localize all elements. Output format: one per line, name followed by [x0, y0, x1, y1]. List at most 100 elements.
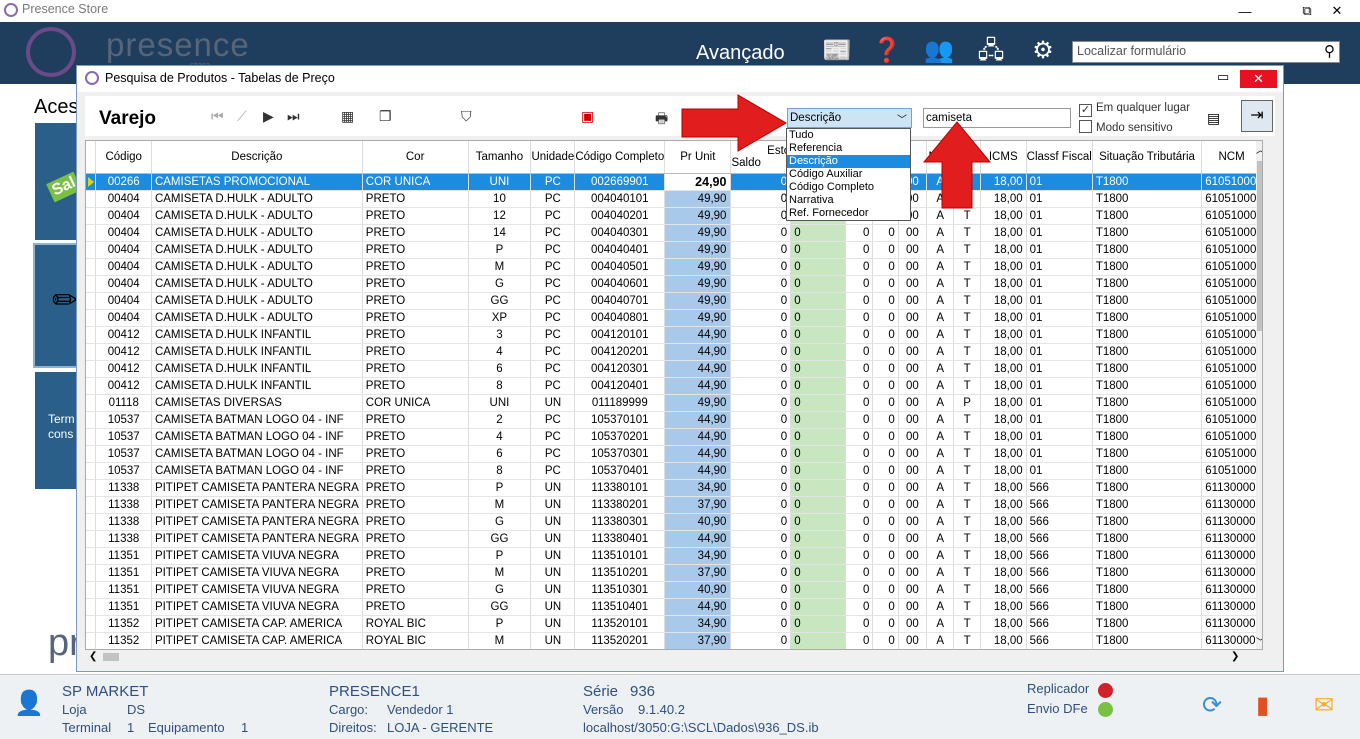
table-cell[interactable]: T	[953, 343, 981, 361]
empty-checkbox-icon[interactable]	[1079, 120, 1092, 133]
table-cell[interactable]: 0	[845, 564, 874, 582]
table-cell[interactable]: PRETO	[362, 530, 469, 548]
table-cell[interactable]: 61051000	[1201, 258, 1262, 276]
table-row[interactable]: 11338 PITIPET CAMISETA PANTERA NEGRA PRETO…	[86, 513, 1262, 531]
table-cell[interactable]: 0	[845, 292, 874, 310]
table-cell[interactable]: 0	[872, 530, 899, 548]
table-cell[interactable]: 0	[872, 513, 899, 531]
scroll-down-icon[interactable]: ﹀	[1256, 635, 1262, 648]
table-cell[interactable]: 0	[845, 326, 874, 344]
table-cell[interactable]: M	[468, 258, 532, 276]
table-cell[interactable]: 18,00	[980, 547, 1027, 565]
table-cell[interactable]: P	[953, 394, 981, 412]
table-row[interactable]: 11351 PITIPET CAMISETA VIUVA NEGRA PRETO M U…	[86, 564, 1262, 582]
table-cell[interactable]: 0	[845, 241, 874, 259]
table-cell[interactable]: 0	[730, 496, 792, 514]
table-cell[interactable]: G	[468, 581, 532, 599]
table-cell[interactable]: 37,90	[664, 564, 732, 582]
search-field-select[interactable]: Descrição ﹀	[787, 108, 912, 128]
table-cell[interactable]: 4	[468, 428, 532, 446]
table-cell[interactable]: T	[953, 496, 981, 514]
horizontal-scrollbar[interactable]: ❮ ❯	[85, 650, 1263, 664]
table-cell[interactable]: PRETO	[362, 598, 469, 616]
table-cell[interactable]: T1800	[1092, 241, 1203, 259]
column-header[interactable]: Situação Tributária	[1092, 141, 1203, 174]
table-cell[interactable]: T1800	[1092, 496, 1203, 514]
table-cell[interactable]: T1800	[1092, 513, 1203, 531]
table-row[interactable]: 00404 CAMISETA D.HULK - ADULTO PRETO XP PC 00…	[86, 309, 1262, 327]
table-cell[interactable]: 61130000	[1201, 479, 1262, 497]
table-cell[interactable]: 0	[845, 496, 874, 514]
table-cell[interactable]: T1800	[1092, 377, 1203, 395]
table-cell[interactable]: T	[953, 462, 981, 480]
notes-star-icon[interactable]: ✉	[1314, 691, 1334, 720]
table-cell[interactable]: 11338	[95, 479, 152, 497]
table-cell[interactable]: 0	[845, 275, 874, 293]
table-cell[interactable]: CAMISETA D.HULK - ADULTO	[151, 241, 363, 259]
table-row[interactable]: 11338 PITIPET CAMISETA PANTERA NEGRA PRETO…	[86, 479, 1262, 497]
table-cell[interactable]: 566	[1026, 615, 1093, 633]
table-cell[interactable]: 00	[898, 581, 927, 599]
table-cell[interactable]: T	[953, 513, 981, 531]
table-cell[interactable]: 01	[1026, 411, 1093, 429]
table-cell[interactable]: PC	[530, 309, 576, 327]
table-cell[interactable]: PC	[530, 207, 576, 225]
table-cell[interactable]: 18,00	[980, 411, 1027, 429]
table-cell[interactable]: 0	[845, 377, 874, 395]
table-cell[interactable]: 002669901	[574, 173, 666, 191]
bar-chart-icon[interactable]: ▮	[1256, 691, 1269, 720]
table-cell[interactable]: 0	[872, 547, 899, 565]
table-cell[interactable]: 01	[1026, 343, 1093, 361]
table-cell[interactable]: 11352	[95, 615, 152, 633]
table-cell[interactable]: T1800	[1092, 173, 1203, 191]
table-cell[interactable]: PITIPET CAMISETA VIUVA NEGRA	[151, 598, 363, 616]
table-cell[interactable]: 49,90	[664, 309, 732, 327]
table-cell[interactable]: 18,00	[980, 479, 1027, 497]
background-tile-sale[interactable]: Sal	[35, 123, 82, 240]
dropdown-option[interactable]: Tudo	[787, 129, 910, 142]
table-cell[interactable]: 12	[468, 207, 532, 225]
table-cell[interactable]: 18,00	[980, 530, 1027, 548]
table-cell[interactable]: A	[926, 547, 955, 565]
table-cell[interactable]: PRETO	[362, 513, 469, 531]
table-cell[interactable]: 2	[468, 411, 532, 429]
table-cell[interactable]: 00	[898, 394, 927, 412]
table-cell[interactable]: 18,00	[980, 360, 1027, 378]
table-cell[interactable]: T	[953, 632, 981, 649]
table-cell[interactable]: T	[953, 241, 981, 259]
horizontal-scroll-thumb[interactable]	[103, 653, 119, 661]
table-cell[interactable]: 40,90	[664, 513, 732, 531]
form-search-input[interactable]: Localizar formulário ⚲	[1072, 41, 1340, 63]
table-cell[interactable]: 0	[790, 445, 847, 463]
table-cell[interactable]: A	[926, 275, 955, 293]
table-cell[interactable]: 004040201	[574, 207, 666, 225]
table-cell[interactable]: 113510201	[574, 564, 666, 582]
table-cell[interactable]: PC	[530, 377, 576, 395]
table-cell[interactable]: 8	[468, 462, 532, 480]
scroll-left-icon[interactable]: ❮	[89, 651, 97, 662]
table-cell[interactable]: T	[953, 530, 981, 548]
table-cell[interactable]: T	[953, 326, 981, 344]
table-cell[interactable]: 0	[790, 275, 847, 293]
column-header[interactable]: Código	[95, 141, 152, 174]
table-cell[interactable]: 0	[872, 377, 899, 395]
table-cell[interactable]: 0	[872, 564, 899, 582]
table-cell[interactable]: 566	[1026, 530, 1093, 548]
table-cell[interactable]: 0	[730, 479, 792, 497]
table-cell[interactable]: CAMISETA D.HULK INFANTIL	[151, 377, 363, 395]
table-cell[interactable]: T1800	[1092, 292, 1203, 310]
table-cell[interactable]: 0	[730, 309, 792, 327]
table-cell[interactable]: 0	[790, 224, 847, 242]
table-cell[interactable]: UN	[530, 547, 576, 565]
table-cell[interactable]: 01	[1026, 241, 1093, 259]
table-cell[interactable]: PRETO	[362, 207, 469, 225]
table-cell[interactable]: 11351	[95, 598, 152, 616]
table-cell[interactable]: 0	[790, 632, 847, 649]
table-cell[interactable]: PRETO	[362, 275, 469, 293]
table-row[interactable]: 01118 CAMISETAS DIVERSAS COR UNICA UNI UN 011…	[86, 394, 1262, 412]
table-cell[interactable]: 105370201	[574, 428, 666, 446]
table-cell[interactable]: 004040101	[574, 190, 666, 208]
table-cell[interactable]: 566	[1026, 496, 1093, 514]
table-cell[interactable]: GG	[468, 598, 532, 616]
table-row[interactable]: 00404 CAMISETA D.HULK - ADULTO PRETO M PC 004…	[86, 258, 1262, 276]
